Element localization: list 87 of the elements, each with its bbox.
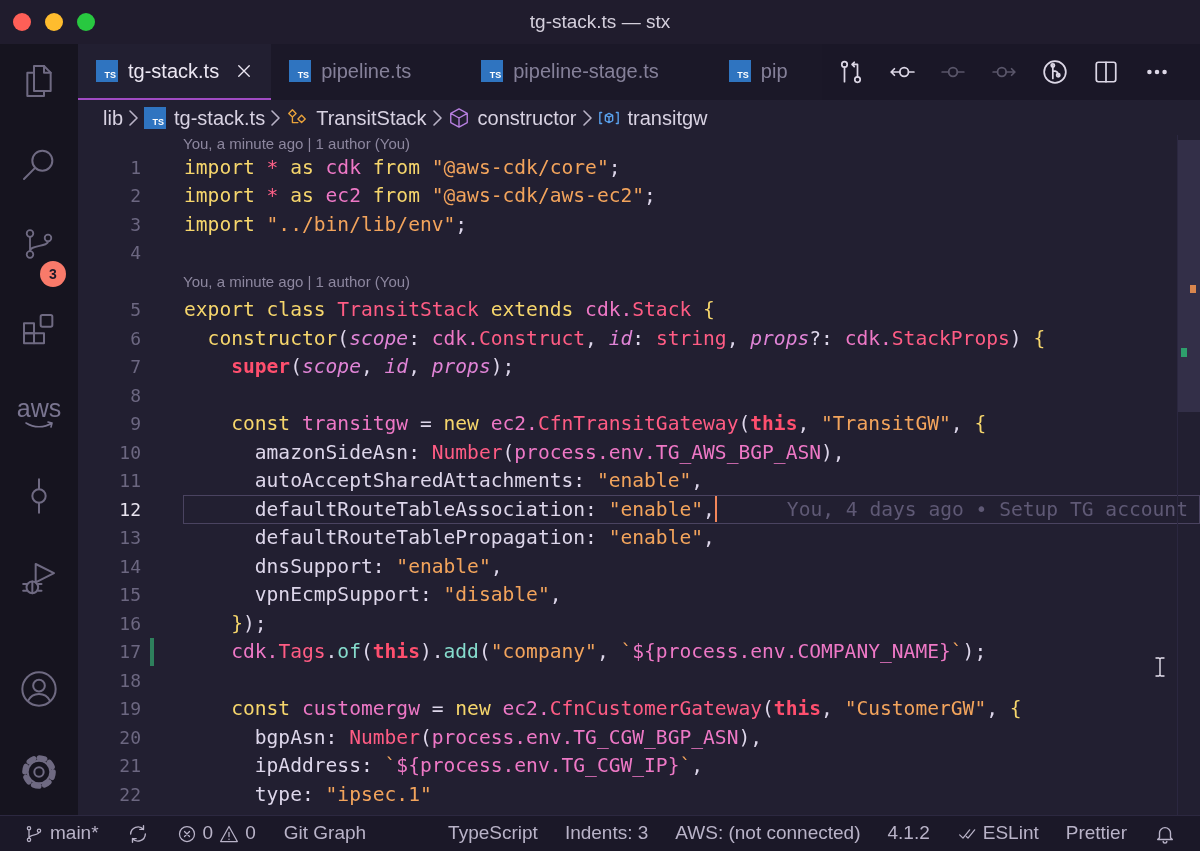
line-number: 13	[118, 526, 141, 551]
tab[interactable]: TS tg-stack.ts	[78, 44, 272, 100]
close-window-button[interactable]	[13, 13, 31, 31]
eslint-status[interactable]: ESLint	[956, 819, 1039, 848]
line-number: 10	[118, 440, 141, 465]
line-number: 6	[129, 326, 141, 351]
line-number: 19	[118, 697, 141, 722]
blame-annotation: You, 4 days ago • Setup TG account	[786, 496, 1188, 523]
status-item[interactable]: Git Graph	[283, 819, 367, 848]
code-line: constructor(scope: cdk.Construct, id: string, props?: cdk.StackProps) {	[206, 325, 1046, 352]
code-line: import "../bin/lib/env";	[184, 211, 468, 238]
code-line: });	[230, 610, 267, 637]
breadcrumb-item[interactable]: constructor	[477, 102, 577, 133]
branch-icon	[24, 823, 44, 844]
line-number: 21	[118, 754, 141, 779]
line-number: 2	[129, 184, 141, 209]
code-line: autoAcceptSharedAttachments: "enable",	[253, 468, 704, 495]
overview-marker	[1181, 348, 1187, 357]
line-number: 9	[129, 412, 141, 437]
branch-button[interactable]: main*	[24, 819, 99, 848]
line-number: 14	[118, 554, 141, 579]
code-line: super(scope, id, props);	[230, 354, 515, 381]
text-cursor	[714, 496, 717, 523]
line-number: 11	[118, 469, 141, 494]
status-item[interactable]: TypeScript	[448, 819, 538, 848]
chevron-icon	[129, 109, 138, 126]
code-line: const customergw = new ec2.CfnCustomerGateway(this, "CustomerGW", {	[230, 696, 1022, 723]
line-number: 8	[129, 383, 141, 408]
status-item[interactable]: AWS: (not connected)	[675, 819, 861, 848]
error-icon	[176, 823, 197, 844]
line-number: 20	[118, 725, 141, 750]
chevron-icon	[432, 109, 442, 126]
typescript-file-icon: TS	[96, 60, 118, 82]
codelens-text[interactable]: You, a minute ago | 1 author (You)	[183, 135, 411, 156]
notification-badge: 3	[40, 261, 66, 287]
line-number: 5	[129, 298, 141, 323]
scrollbar-thumb[interactable]	[1178, 140, 1200, 412]
line-number: 22	[118, 782, 141, 807]
typescript-file-icon: TS	[728, 60, 751, 82]
line-number: 3	[129, 212, 141, 237]
breadcrumb-item[interactable]: lib	[103, 102, 123, 133]
code-line: ipAddress: `${process.env.TG_CGW_IP}`,	[253, 753, 704, 780]
chevron-icon	[582, 109, 592, 126]
breadcrumb-item[interactable]: transitgw	[627, 102, 708, 133]
line-number: 4	[129, 241, 141, 266]
code-line: vpnEcmpSupport: "disable",	[253, 582, 562, 609]
breadcrumb-item[interactable]: TransitStack	[316, 102, 427, 133]
overview-marker	[1190, 285, 1196, 293]
status-item[interactable]: 4.1.2	[887, 819, 930, 848]
typescript-file-icon: TS	[144, 106, 166, 129]
code-line: bgpAsn: Number(process.env.TG_CGW_BGP_ASN),	[253, 724, 763, 751]
account-icon[interactable]	[19, 668, 59, 709]
code-line: cdk.Tags.of(this).add("company", `${process.env.COMPANY_NAME}`);	[230, 639, 987, 666]
chevron-icon	[271, 109, 281, 126]
line-number: 15	[118, 583, 141, 608]
line-number: 1	[129, 155, 141, 180]
code-line: export class TransitStack extends cdk.Stack {	[184, 297, 715, 324]
line-number: 7	[129, 355, 141, 380]
code-line: type: "ipsec.1"	[253, 781, 432, 808]
breadcrumb-item[interactable]: tg-stack.ts	[174, 102, 266, 133]
i-beam-cursor-icon	[1152, 654, 1168, 680]
aws-label[interactable]: aws	[16, 396, 62, 420]
warning-icon	[219, 823, 240, 844]
smile-arrow-icon	[23, 420, 55, 429]
line-number: 12	[118, 497, 141, 522]
code-line: const transitgw = new ec2.CfnTransitGateway(this, "TransitGW", {	[230, 411, 987, 438]
zoom-button[interactable]	[77, 13, 95, 31]
window-title: tg-stack.ts — stx	[529, 9, 671, 34]
code-line: import * as cdk from "@aws-cdk/core";	[184, 154, 621, 181]
code-line: dnsSupport: "enable",	[253, 553, 503, 580]
status-item[interactable]: Indents: 3	[564, 819, 649, 848]
code-line: amazonSideAsn: Number(process.env.TG_AWS_BGP_ASN),	[253, 439, 845, 466]
split-editor-icon[interactable]	[1092, 59, 1119, 85]
line-number: 18	[118, 668, 141, 693]
git-graph-icon[interactable]	[1041, 59, 1068, 85]
code-line: import * as ec2 from "@aws-cdk/aws-ec2";	[184, 183, 656, 210]
minimize-button[interactable]	[45, 13, 63, 31]
method-symbol-icon	[447, 106, 470, 129]
code-line: defaultRouteTableAssociation: "enable",	[253, 496, 715, 523]
problems-button[interactable]: 0 0	[176, 819, 256, 848]
typescript-file-icon: TS	[481, 60, 504, 82]
typescript-file-icon: TS	[289, 60, 312, 82]
line-number: 17	[118, 640, 141, 665]
status-item[interactable]: Prettier	[1065, 819, 1127, 848]
codelens-text[interactable]: You, a minute ago | 1 author (You)	[183, 271, 411, 294]
line-number: 16	[118, 611, 141, 636]
code-line: defaultRouteTablePropagation: "enable",	[253, 525, 715, 552]
